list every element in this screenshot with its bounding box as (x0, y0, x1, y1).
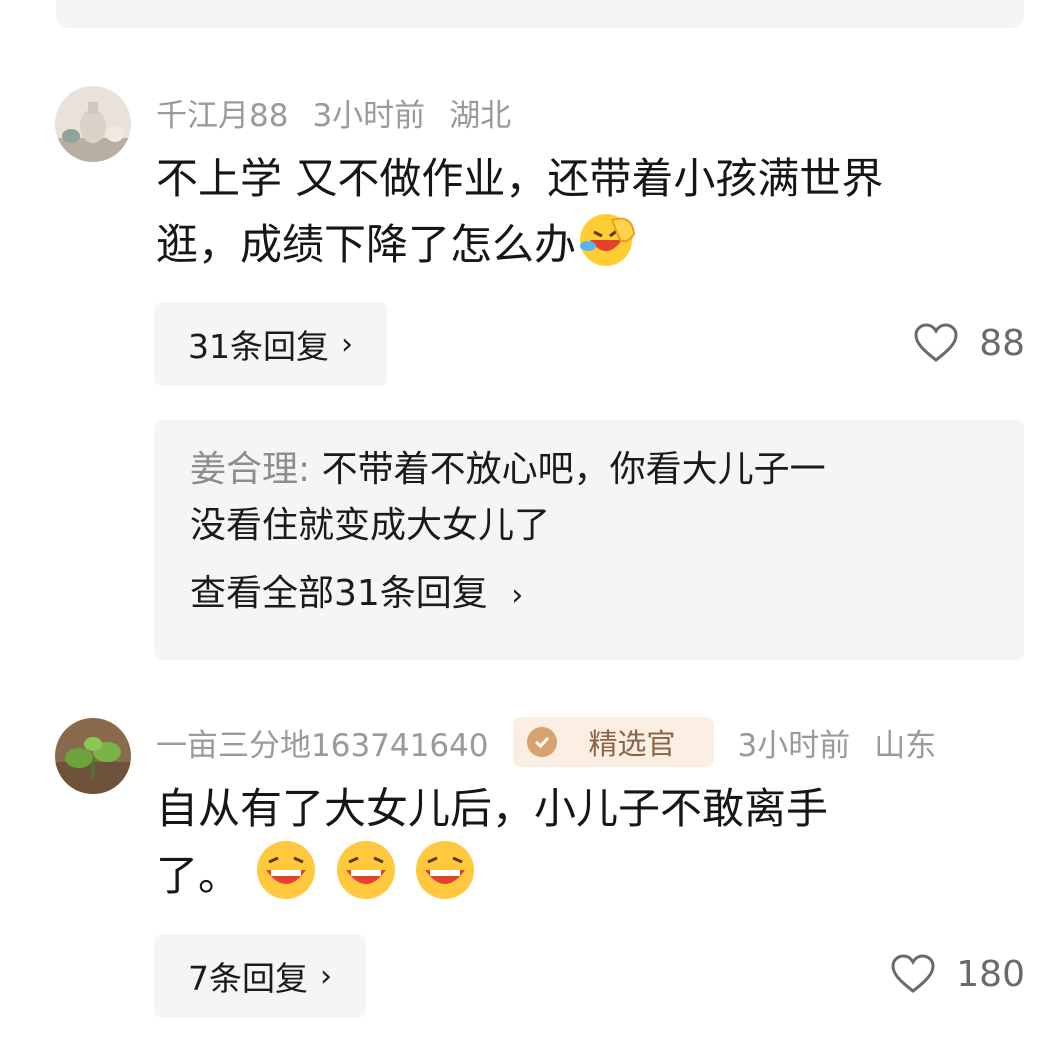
username[interactable]: 一亩三分地163741640 (156, 720, 489, 765)
comment-meta: 千江月88 3小时前 湖北 (156, 90, 535, 134)
like-button[interactable]: 180 (890, 953, 1025, 995)
comment-text-line: 逛，成绩下降了怎么办 (156, 210, 1016, 285)
reply-separator: : (298, 449, 322, 490)
top-reply-box: 姜合理: 不带着不放心吧，你看大儿子一 没看住就变成大女儿了 查看全部31条回复… (154, 420, 1024, 660)
grinning-emoji-icon (412, 840, 478, 917)
comment-text-line: 不上学 又不做作业，还带着小孩满世界 (156, 154, 884, 203)
chevron-right-icon: › (320, 958, 332, 994)
comment-text-line: 了。 (156, 840, 1016, 917)
comment-time: 3小时前 (737, 727, 851, 764)
like-button[interactable]: 88 (913, 322, 1025, 364)
reply-count-label: 7条回复 (188, 959, 308, 998)
comment-text: 自从有了大女儿后，小儿子不敢离手 了。 (156, 778, 1016, 917)
grinning-emoji-icon (333, 840, 399, 917)
previous-comment-reply-box (56, 0, 1024, 28)
top-reply: 姜合理: 不带着不放心吧，你看大儿子一 (190, 442, 988, 498)
comment-location: 山东 (874, 727, 937, 764)
rolling-laugh-emoji-icon (576, 210, 638, 285)
comment-location: 湖北 (449, 97, 512, 134)
heart-icon (914, 323, 958, 362)
featured-badge: 精选官 (512, 717, 714, 767)
view-all-label: 查看全部31条回复 (190, 573, 488, 614)
reply-text: 不带着不放心吧，你看大儿子一 (321, 449, 826, 490)
seedling-avatar-image (55, 718, 131, 794)
view-replies-button[interactable]: 31条回复 › (154, 302, 387, 386)
comment-text-line: 自从有了大女儿后，小儿子不敢离手 (156, 784, 829, 833)
view-replies-button[interactable]: 7条回复 › (154, 934, 366, 1018)
comment-text-line-2: 了。 (156, 851, 241, 900)
grinning-emoji-icon (253, 840, 319, 917)
chevron-right-icon: › (341, 326, 353, 362)
badge-label: 精选官 (588, 727, 676, 761)
like-count: 88 (979, 322, 1025, 364)
view-all-replies-link[interactable]: 查看全部31条回复 › (190, 566, 988, 624)
vase-avatar-image (55, 86, 131, 162)
comment-text-line-2: 逛，成绩下降了怎么办 (156, 220, 577, 269)
chevron-right-icon: › (511, 578, 524, 613)
reply-author[interactable]: 姜合理 (190, 449, 298, 490)
comment-text: 不上学 又不做作业，还带着小孩满世界 逛，成绩下降了怎么办 (156, 148, 1016, 285)
comment-meta: 一亩三分地163741640 精选官 3小时前 山东 (156, 717, 960, 767)
username[interactable]: 千江月88 (156, 90, 288, 135)
avatar[interactable] (55, 718, 131, 794)
comment-time: 3小时前 (312, 97, 426, 134)
reply-text-line-2: 没看住就变成大女儿了 (190, 505, 551, 546)
heart-icon (891, 954, 935, 993)
reply-count-label: 31条回复 (188, 327, 329, 366)
like-count: 180 (956, 953, 1025, 995)
avatar[interactable] (55, 86, 131, 162)
check-shield-icon (526, 727, 557, 757)
